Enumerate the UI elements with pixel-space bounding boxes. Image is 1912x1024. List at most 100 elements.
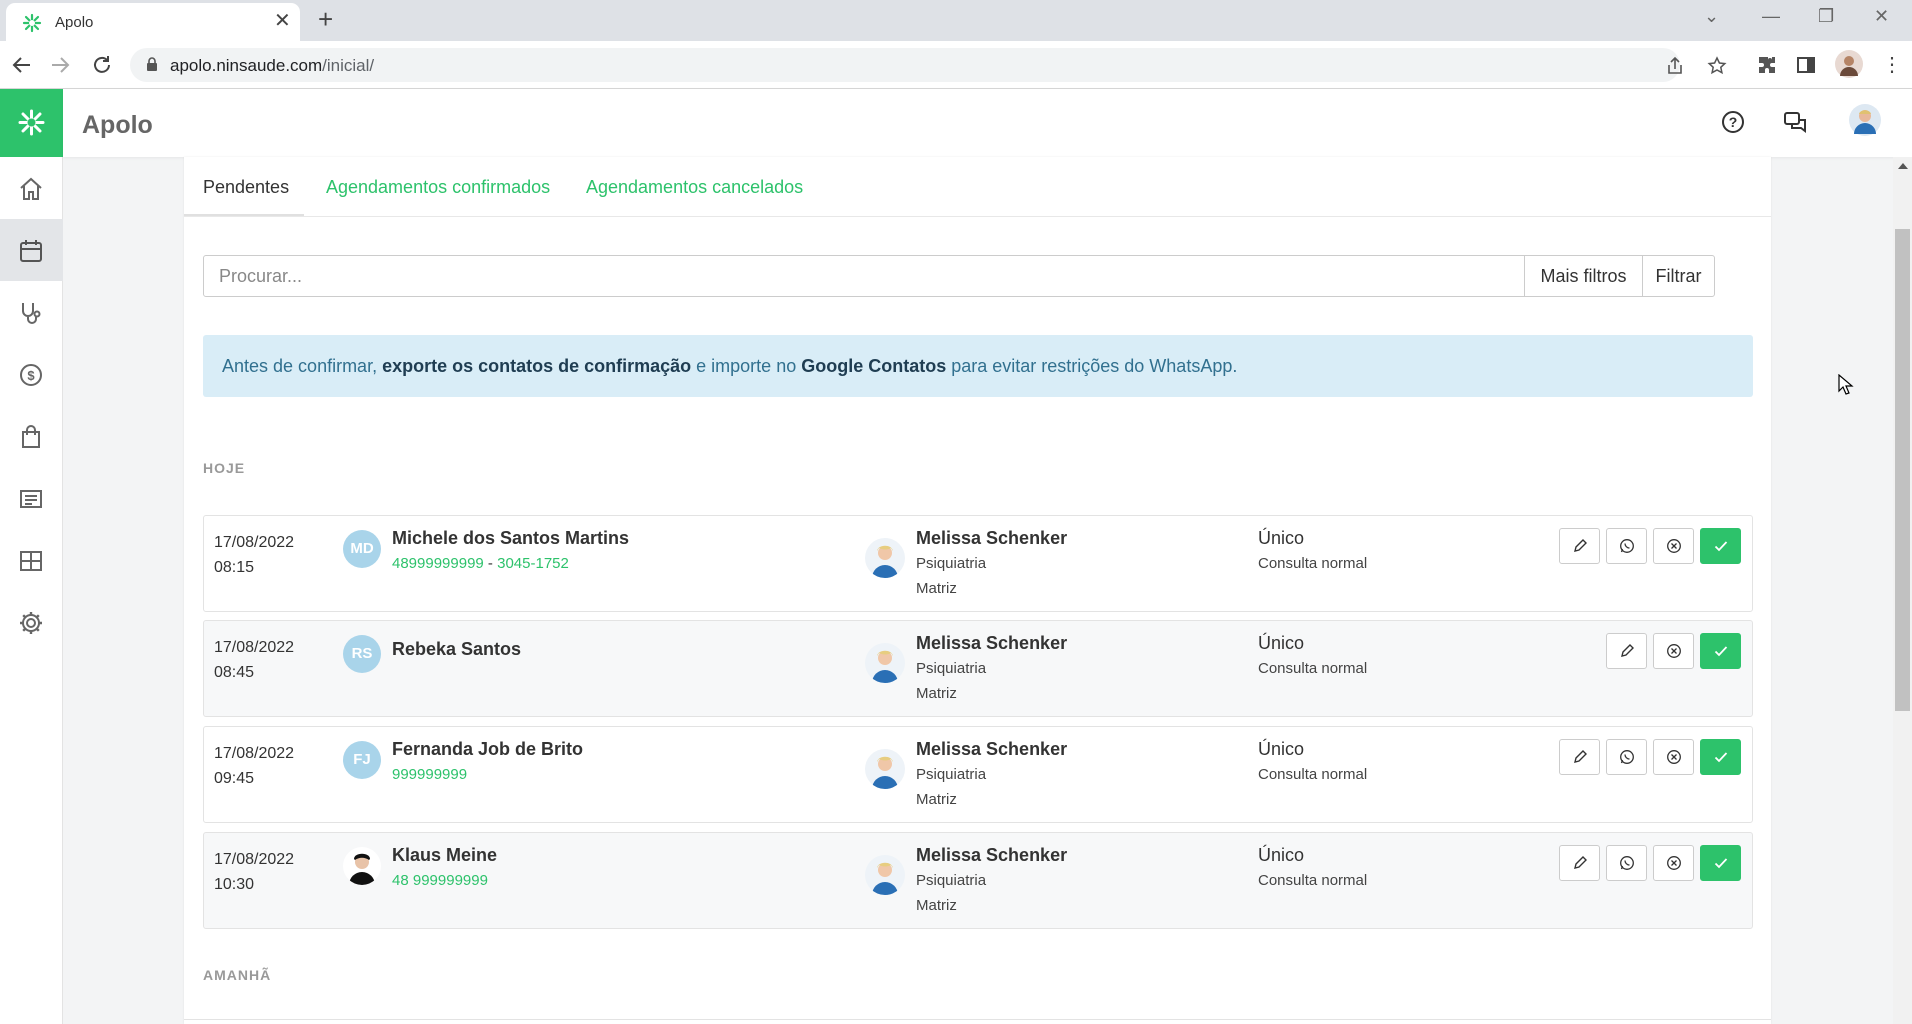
scroll-thumb[interactable]	[1895, 229, 1910, 711]
doctor-specialty: Psiquiatria	[916, 872, 987, 889]
appointment-row[interactable]: 17/08/2022 08:15 MD Michele dos Santos Ma…	[203, 515, 1753, 612]
scroll-up-icon[interactable]	[1898, 163, 1908, 169]
alert-text: para evitar restrições do WhatsApp.	[946, 356, 1238, 376]
bookmark-star-icon[interactable]	[1707, 56, 1727, 76]
check-icon	[1714, 646, 1728, 657]
svg-text:?: ?	[1729, 114, 1738, 130]
sidebar-item-calendar[interactable]	[0, 219, 63, 281]
mouse-cursor-icon	[1838, 374, 1854, 395]
confirm-button[interactable]	[1700, 845, 1741, 881]
appointment-kind: Consulta normal	[1258, 660, 1368, 677]
home-icon	[20, 177, 42, 200]
edit-button[interactable]	[1559, 845, 1600, 881]
google-contacts-link[interactable]: Google Contatos	[801, 356, 946, 376]
browser-tab[interactable]: Apolo ✕	[6, 3, 300, 41]
help-icon[interactable]: ?	[1719, 108, 1747, 136]
whatsapp-button[interactable]	[1606, 739, 1647, 775]
cancel-circle-icon	[1667, 539, 1681, 553]
appointment-row[interactable]: 17/08/2022 09:45 FJ Fernanda Job de Brito…	[203, 726, 1753, 823]
section-tomorrow: AMANHÃ	[203, 967, 272, 983]
app-header: Apolo ?	[63, 89, 1912, 157]
patient-name[interactable]: Michele dos Santos Martins	[392, 528, 629, 549]
window-close-icon[interactable]: ✕	[1874, 6, 1889, 27]
appointment-row[interactable]: 17/08/2022 08:45 RS Rebeka Santos Melissa…	[203, 620, 1753, 717]
report-icon	[20, 490, 42, 508]
tab-confirmados[interactable]: Agendamentos confirmados	[326, 177, 550, 198]
cancel-button[interactable]	[1653, 845, 1694, 881]
restore-icon[interactable]: ❐	[1818, 6, 1834, 27]
doctor-specialty: Psiquiatria	[916, 660, 987, 677]
appointment-row[interactable]: 17/08/2022 10:30 Klaus Meine 48 999999999…	[203, 832, 1753, 929]
cancel-circle-icon	[1667, 644, 1681, 658]
address-bar[interactable]: apolo.ninsaude.com/inicial/	[130, 48, 1727, 82]
edit-button[interactable]	[1606, 633, 1647, 669]
back-icon[interactable]	[10, 53, 34, 77]
appointment-datetime: 17/08/2022 08:45	[214, 639, 295, 681]
user-avatar[interactable]	[1849, 104, 1881, 136]
tab-cancelados[interactable]: Agendamentos cancelados	[586, 177, 803, 198]
browser-menu-icon[interactable]: ⋮	[1882, 52, 1902, 77]
search-input[interactable]	[204, 256, 1524, 296]
shopping-bag-icon	[22, 425, 40, 448]
patient-name[interactable]: Rebeka Santos	[392, 639, 521, 660]
chat-icon[interactable]	[1781, 108, 1809, 136]
app-title: Apolo	[82, 111, 153, 139]
edit-button[interactable]	[1559, 739, 1600, 775]
gear-icon	[20, 612, 42, 634]
check-icon	[1714, 752, 1728, 763]
cancel-button[interactable]	[1653, 739, 1694, 775]
cancel-button[interactable]	[1653, 528, 1694, 564]
whatsapp-button[interactable]	[1606, 528, 1647, 564]
sidebar-item-financial[interactable]: $	[0, 343, 63, 405]
sidebar-item-home[interactable]	[0, 157, 63, 219]
patient-name[interactable]: Fernanda Job de Brito	[392, 739, 583, 760]
pencil-icon	[1574, 856, 1587, 869]
patient-phone[interactable]: 999999999	[392, 766, 467, 783]
more-filters-button[interactable]: Mais filtros	[1524, 256, 1642, 296]
patient-name[interactable]: Klaus Meine	[392, 845, 497, 866]
whatsapp-button[interactable]	[1606, 845, 1647, 881]
new-tab-icon[interactable]: +	[318, 6, 333, 32]
stethoscope-icon	[22, 303, 41, 324]
tab-pendentes[interactable]: Pendentes	[203, 177, 289, 198]
confirm-button[interactable]	[1700, 528, 1741, 564]
pencil-icon	[1574, 750, 1587, 763]
status-tabs: Pendentes Agendamentos confirmados Agend…	[184, 157, 1771, 217]
reload-icon[interactable]	[90, 53, 114, 77]
phone-link[interactable]: 3045-1752	[497, 555, 569, 572]
filter-button[interactable]: Filtrar	[1642, 256, 1714, 296]
section-today: HOJE	[203, 460, 246, 476]
phone-link[interactable]: 48999999999	[392, 555, 484, 572]
minimize-icon[interactable]: —	[1762, 6, 1780, 27]
apolo-favicon-icon	[22, 13, 42, 33]
sidebar-item-reports[interactable]	[0, 467, 63, 529]
svg-text:$: $	[27, 368, 35, 383]
profile-avatar[interactable]	[1835, 50, 1863, 78]
doctor-avatar	[865, 855, 905, 895]
extensions-icon[interactable]	[1755, 53, 1779, 77]
lock-icon[interactable]	[146, 57, 158, 72]
tab-search-icon[interactable]: ⌄	[1704, 6, 1719, 27]
appointment-kind: Consulta normal	[1258, 555, 1368, 572]
forward-icon[interactable]	[48, 53, 72, 77]
share-icon[interactable]	[1665, 56, 1685, 76]
tab-close-icon[interactable]: ✕	[274, 11, 291, 31]
apolo-logo[interactable]	[0, 89, 63, 157]
export-contacts-link[interactable]: exporte os contatos de confirmação	[382, 356, 691, 376]
page-scrollbar[interactable]	[1893, 157, 1912, 1024]
cancel-button[interactable]	[1653, 633, 1694, 669]
confirm-button[interactable]	[1700, 739, 1741, 775]
sidebar-item-shop[interactable]	[0, 405, 63, 467]
patient-phone[interactable]: 48 999999999	[392, 872, 488, 889]
patient-avatar: MD	[343, 530, 381, 568]
confirm-button[interactable]	[1700, 633, 1741, 669]
doctor-avatar	[865, 749, 905, 789]
cancel-circle-icon	[1667, 856, 1681, 870]
sidebar-item-clinical[interactable]	[0, 281, 63, 343]
side-panel-icon[interactable]	[1794, 53, 1818, 77]
sidebar-item-dashboard[interactable]	[0, 529, 63, 591]
edit-button[interactable]	[1559, 528, 1600, 564]
calendar-icon	[20, 240, 42, 262]
check-icon	[1714, 858, 1728, 869]
sidebar-item-settings[interactable]	[0, 591, 63, 653]
